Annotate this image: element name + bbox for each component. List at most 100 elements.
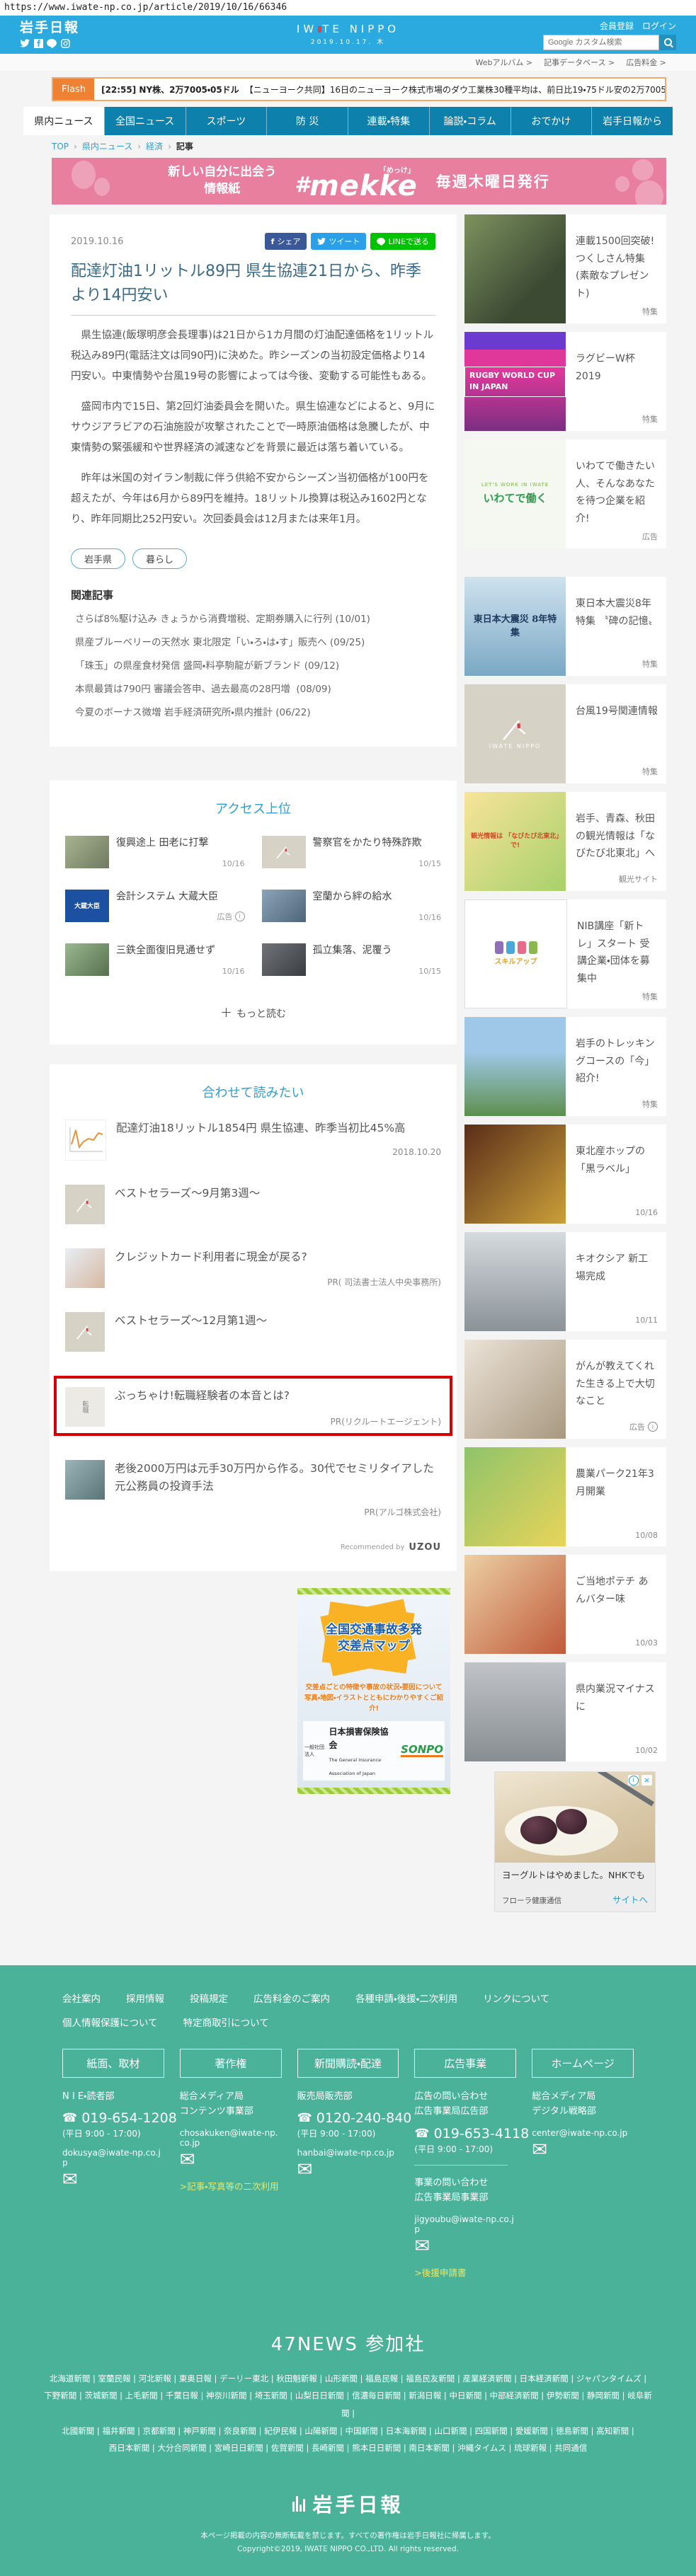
nav-tab-sports[interactable]: スポーツ bbox=[185, 107, 267, 135]
footer-col-title[interactable]: 紙面、取材 bbox=[62, 2048, 164, 2078]
mail-icon[interactable]: ✉ bbox=[297, 2161, 399, 2179]
article-db-link[interactable]: 記事データベース > bbox=[544, 57, 615, 68]
footer-col-title[interactable]: 著作権 bbox=[179, 2048, 282, 2078]
footer-col-title[interactable]: 広告事業 bbox=[414, 2048, 517, 2078]
sidebar-card-trekking[interactable]: 岩手のトレッキングコースの「今」紹介! 特集 bbox=[464, 1017, 666, 1116]
email-address[interactable]: chosakuken@iwate-np.co.jp bbox=[180, 2128, 282, 2148]
access-ranking-heading[interactable]: アクセス上位 bbox=[65, 799, 441, 817]
tag-kurashi[interactable]: 暮らし bbox=[132, 548, 188, 570]
footer-link-applications[interactable]: 各種申請・後援・二次利用 bbox=[355, 1991, 457, 2005]
footer-col-title[interactable]: ホームページ bbox=[532, 2048, 634, 2078]
ad-info-icon[interactable]: i bbox=[234, 911, 245, 921]
sidebar-card-nabitabi[interactable]: 観光情報は 「なびたび北東北」で! 岩手、青森、秋田の観光情報は「なびたび北東北… bbox=[464, 792, 666, 891]
ad-info-icon[interactable]: i bbox=[628, 1775, 639, 1786]
recommended-item-pr[interactable]: 転職 ぶっちゃけ!転職経験者の本音とは? PR(リクルートエージェント) bbox=[65, 1387, 441, 1427]
twitter-icon[interactable] bbox=[20, 38, 30, 48]
phone-number[interactable]: ☎ 0120-240-840 bbox=[297, 2110, 412, 2126]
secondary-use-link[interactable]: >記事・写真等の二次利用 bbox=[180, 2179, 282, 2192]
email-address[interactable]: dokusya@iwate-np.co.jp bbox=[62, 2148, 164, 2168]
line-icon[interactable] bbox=[47, 38, 57, 48]
facebook-share-button[interactable]: f シェア bbox=[264, 233, 307, 250]
sidebar-card-beer[interactable]: 東北産ホップの「黒ラベル」 10/16 bbox=[464, 1125, 666, 1224]
access-item[interactable]: 孤立集落、泥覆う 10/15 bbox=[261, 943, 441, 976]
email-address[interactable]: hanbai@iwate-np.co.jp bbox=[297, 2148, 399, 2158]
brand-logo[interactable]: 岩手日報 bbox=[20, 21, 79, 35]
news-flash-ticker[interactable]: Flash [22:55] NY株、2万7005・05ドル 【ニューヨーク共同】1… bbox=[52, 77, 666, 101]
related-link[interactable]: 県産ブルーベリーの天然水 東北限定「い・ろ・は・す」販売へ (09/25) bbox=[75, 631, 435, 655]
footer-link-recruit[interactable]: 採用情報 bbox=[126, 1991, 164, 2005]
web-album-link[interactable]: Webアルバム > bbox=[476, 57, 533, 68]
mail-icon[interactable]: ✉ bbox=[532, 2141, 634, 2159]
mail-icon[interactable]: ✉ bbox=[62, 2170, 164, 2189]
access-item[interactable]: 三鉄全面復旧見通せず 10/16 bbox=[65, 943, 245, 976]
sidebar-card-cancer-ad[interactable]: がんが教えてくれた生きる上で大切なこと 広告 i bbox=[464, 1340, 666, 1439]
nav-tab-ronsetsu[interactable]: 論説・コラム bbox=[428, 107, 510, 135]
mekke-banner-ad[interactable]: 新しい自分に出会う 情報紙 # mekke 「めっけ」 毎週木曜日発行 bbox=[52, 158, 666, 205]
access-item[interactable]: 復興途上 田老に打撃 10/16 bbox=[65, 835, 245, 868]
login-link[interactable]: ログイン bbox=[642, 20, 676, 32]
recommended-item[interactable]: ベストセラーズ〜9月第3週〜 bbox=[65, 1184, 441, 1224]
recommended-item-pr[interactable]: 老後2000万円は元手30万円から作る。30代でセミリタイアした元公務員の投資手… bbox=[65, 1459, 441, 1518]
breadcrumb-top[interactable]: TOP bbox=[52, 142, 69, 151]
nav-tab-kennai[interactable]: 県内ニュース bbox=[23, 107, 104, 135]
footer-link-commerce[interactable]: 特定商取引について bbox=[183, 2015, 269, 2029]
nav-tab-bousai[interactable]: 防 災 bbox=[266, 107, 348, 135]
nav-tab-nippo[interactable]: 岩手日報から bbox=[591, 107, 673, 135]
sidebar-card-tsukushi[interactable]: 連載1500回突破!つくしさん特集(素敵なプレゼント) 特集 bbox=[464, 214, 666, 323]
breadcrumb-kennai[interactable]: 県内ニュース bbox=[82, 140, 132, 152]
sidebar-card-farm-park[interactable]: 農業パーク21年3月開業 10/08 bbox=[464, 1447, 666, 1546]
sponsorship-form-link[interactable]: >後援申請書 bbox=[414, 2265, 516, 2279]
masthead-logo[interactable]: IW TE NIPPO 2019.10.17. 木 bbox=[256, 23, 440, 46]
mail-icon[interactable]: ✉ bbox=[180, 2151, 282, 2169]
access-item[interactable]: 室蘭から絆の給水 10/16 bbox=[261, 889, 441, 922]
sidebar-card-rugby[interactable]: RUGBY WORLD CUP IN JAPAN ラグビーW杯2019 特集 bbox=[464, 332, 666, 431]
sidebar-card-nib[interactable]: スキルアップ NIB講座「新トレ」スタート 受講企業・団体を募集中 特集 bbox=[464, 899, 666, 1008]
recommended-item[interactable]: 配達灯油18リットル1854円 県生協連、昨季当初比45%高 2018.10.20 bbox=[65, 1119, 441, 1161]
footer-col-title[interactable]: 新聞購読・配達 bbox=[297, 2048, 399, 2078]
search-button[interactable] bbox=[659, 34, 676, 50]
access-item-ad[interactable]: 大蔵大臣 会計システム 大蔵大臣 広告 i bbox=[65, 889, 245, 922]
footer-link-about-links[interactable]: リンクについて bbox=[483, 1991, 549, 2005]
breadcrumb-keizai[interactable]: 経済 bbox=[146, 140, 163, 152]
email-address[interactable]: center@iwate-np.co.jp bbox=[532, 2128, 634, 2138]
email-address[interactable]: jigyoubu@iwate-np.co.jp bbox=[414, 2214, 516, 2234]
nav-tab-zenkoku[interactable]: 全国ニュース bbox=[103, 107, 186, 135]
instagram-icon[interactable] bbox=[60, 38, 70, 48]
phone-number[interactable]: ☎ 019-653-4118 bbox=[414, 2126, 529, 2141]
recommended-item-pr[interactable]: クレジットカード利用者に現金が戻る? PR( 司法書士法人中央事務所) bbox=[65, 1248, 441, 1289]
anchored-ad[interactable]: i × ヨーグルトはやめました。NHKでも フローラ健康通信 サイトへ bbox=[494, 1771, 656, 1912]
twitter-share-button[interactable]: ツイート bbox=[311, 233, 367, 250]
footer-link-company[interactable]: 会社案内 bbox=[62, 1991, 101, 2005]
line-share-button[interactable]: LINEで送る bbox=[370, 233, 435, 250]
sidebar-card-typhoon[interactable]: IWATE NIPPO 台風19号関連情報 特集 bbox=[464, 684, 666, 783]
load-more-button[interactable]: ＋もっと読む bbox=[65, 1003, 441, 1020]
nav-tab-odekake[interactable]: おでかけ bbox=[510, 107, 592, 135]
ad-close-icon[interactable]: × bbox=[641, 1775, 652, 1786]
facebook-icon[interactable] bbox=[33, 38, 43, 48]
related-link[interactable]: さらば8%駆け込み きょうから消費増税、定期券購入に行列 (10/01) bbox=[75, 608, 435, 631]
sidebar-card-potechi[interactable]: ご当地ポテチ あんバター味 10/03 bbox=[464, 1555, 666, 1654]
recommended-item[interactable]: ベストセラーズ〜12月第1週〜 bbox=[65, 1312, 441, 1352]
nav-tab-rensai[interactable]: 連載・特集 bbox=[348, 107, 429, 135]
phone-number[interactable]: ☎ 019-654-1208 bbox=[62, 2110, 177, 2126]
footer-link-rules[interactable]: 投稿規定 bbox=[190, 1991, 228, 2005]
sidebar-card-work-iwate[interactable]: LET'S WORK IN IWATE いわてで働く いわてで働きたい人、そんなあ… bbox=[464, 439, 666, 548]
mail-icon[interactable]: ✉ bbox=[414, 2237, 516, 2255]
footer-link-adrates[interactable]: 広告料金のご案内 bbox=[253, 1991, 330, 2005]
register-link[interactable]: 会員登録 bbox=[600, 20, 634, 32]
related-link[interactable]: 本県最賃は790円 審議会答申、過去最高の28円増 (08/09) bbox=[75, 678, 435, 701]
access-item[interactable]: 警察官をかたり特殊詐欺 10/15 bbox=[261, 835, 441, 868]
footer-link-privacy[interactable]: 個人情報保護について bbox=[62, 2015, 158, 2029]
ad-copy-text[interactable]: ヨーグルトはやめました。NHKでも bbox=[502, 1869, 648, 1882]
sidebar-card-kioxia[interactable]: キオクシア 新工場完成 10/11 bbox=[464, 1232, 666, 1331]
sidebar-card-shinsai[interactable]: 東日本大震災 8年特集 東日本大震災8年特集 〝碑の記憶〟 特集 bbox=[464, 577, 666, 676]
tag-iwate[interactable]: 岩手県 bbox=[71, 548, 126, 570]
search-input[interactable] bbox=[543, 34, 659, 50]
ad-site-link[interactable]: サイトへ bbox=[612, 1892, 648, 1906]
ad-rates-link[interactable]: 広告料金 > bbox=[626, 57, 666, 68]
related-link[interactable]: 今夏のボーナス微増 岩手経済研究所・県内推計 (06/22) bbox=[75, 701, 435, 725]
uzou-credit[interactable]: Recommended by UZOU bbox=[65, 1542, 441, 1557]
ticker-headline[interactable]: [22:55] NY株、2万7005・05ドル bbox=[101, 84, 239, 96]
ad-info-icon[interactable]: i bbox=[648, 1422, 658, 1432]
sidebar-card-gyokyo[interactable]: 県内業況マイナスに 10/02 bbox=[464, 1662, 666, 1761]
